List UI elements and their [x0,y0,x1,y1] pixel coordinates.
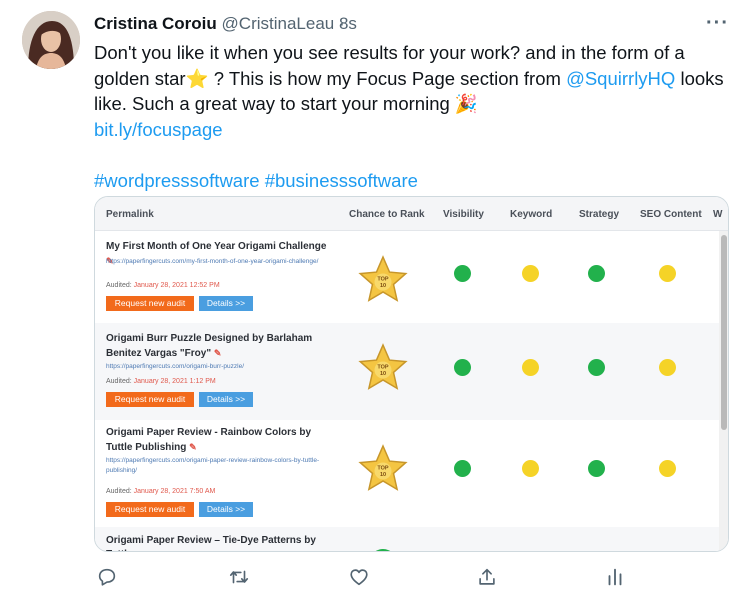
tweet-actions [0,566,748,592]
author-handle[interactable]: @CristinaLeau [222,14,335,33]
details-button[interactable]: Details >> [199,502,253,517]
row-url[interactable]: https://paperfingercuts.com/my-first-mon… [106,257,331,267]
request-audit-button[interactable]: Request new audit [106,392,194,407]
top10-star-icon: TOP 10 [357,255,409,305]
strategy-status [588,265,605,282]
visibility-status [454,359,471,376]
top10-star-icon: TOP 10 [357,444,409,494]
separator: · [338,14,345,33]
star-shape: TOP10 [358,444,408,491]
row-title[interactable]: Origami Burr Puzzle Designed by Barlaham… [106,332,336,361]
row-title[interactable]: Origami Paper Review – Tie-Dye Patterns … [106,534,336,551]
text-part: ? This is how my Focus Page section from [213,67,561,89]
star-label: 10 [380,283,386,289]
retweet-icon[interactable] [228,566,252,590]
analytics-icon[interactable] [604,566,628,590]
row-title[interactable]: Origami Paper Review - Rainbow Colors by… [106,426,336,455]
star-emoji: ⭐ [185,67,209,89]
keyword-status [522,359,539,376]
edit-icon[interactable]: ✎ [214,348,222,358]
table-row: Origami Paper Review - Rainbow Colors by… [95,420,719,527]
hashtag-link[interactable]: #businesssoftware [265,170,418,191]
strategy-status [588,460,605,477]
star-label: TOP [377,365,389,371]
seo-content-status [659,460,676,477]
row-audited: Audited: January 28, 2021 1:12 PM [106,378,216,385]
reply-icon[interactable] [96,566,120,590]
request-audit-button[interactable]: Request new audit [106,502,194,517]
col-chance-to-rank: Chance to Rank [349,209,425,220]
star-shape: TOP10 [358,255,408,302]
row-url[interactable]: https://paperfingercuts.com/origami-pape… [106,456,331,476]
details-button[interactable]: Details >> [199,392,253,407]
keyword-status [522,265,539,282]
top10-star-icon: TOP 10 [357,343,409,393]
tweet-header: Cristina Coroiu @CristinaLeau · 8s [94,13,357,35]
table-row: Origami Burr Puzzle Designed by Barlaham… [95,323,719,420]
col-seo-content: SEO Content [640,209,702,220]
col-w: W [713,209,723,220]
seo-content-status [659,359,676,376]
edit-icon[interactable]: ✎ [189,442,197,452]
star-label: 10 [380,371,386,377]
row-url[interactable]: https://paperfingercuts.com/origami-burr… [106,362,331,372]
table-header: Permalink Chance to Rank Visibility Keyw… [95,197,728,231]
col-visibility: Visibility [443,209,484,220]
visibility-status [454,265,471,282]
col-keyword: Keyword [510,209,553,220]
tweet-text: Don't you like it when you see results f… [94,40,734,193]
star-label: TOP [377,277,389,283]
table-row: Origami Paper Review – Tie-Dye Patterns … [95,527,719,551]
star-label: 10 [380,472,386,478]
request-audit-button[interactable]: Request new audit [106,296,194,311]
author-name[interactable]: Cristina Coroiu [94,14,217,33]
col-strategy: Strategy [579,209,620,220]
more-options-icon[interactable]: ··· [706,12,729,35]
like-icon[interactable] [348,566,372,590]
partial-status [369,549,397,551]
star-shape: TOP10 [358,343,408,390]
table-row: My First Month of One Year Origami Chall… [95,231,719,323]
hashtag-link[interactable]: #wordpresssoftware [94,170,260,191]
avatar[interactable] [22,11,80,69]
mention-link[interactable]: @SquirrlyHQ [566,68,675,89]
share-icon[interactable] [476,566,500,590]
url-link[interactable]: bit.ly/focuspage [94,119,223,140]
party-emoji: 🎉 [454,93,478,114]
row-audited: Audited: January 28, 2021 7:50 AM [106,488,216,495]
scrollbar-thumb[interactable] [721,235,727,430]
strategy-status [588,359,605,376]
details-button[interactable]: Details >> [199,296,253,311]
star-label: TOP [377,466,389,472]
keyword-status [522,460,539,477]
tweet-image[interactable]: Permalink Chance to Rank Visibility Keyw… [94,196,729,552]
col-permalink: Permalink [106,209,154,220]
row-audited: Audited: January 28, 2021 12:52 PM [106,282,220,289]
seo-content-status [659,265,676,282]
visibility-status [454,460,471,477]
